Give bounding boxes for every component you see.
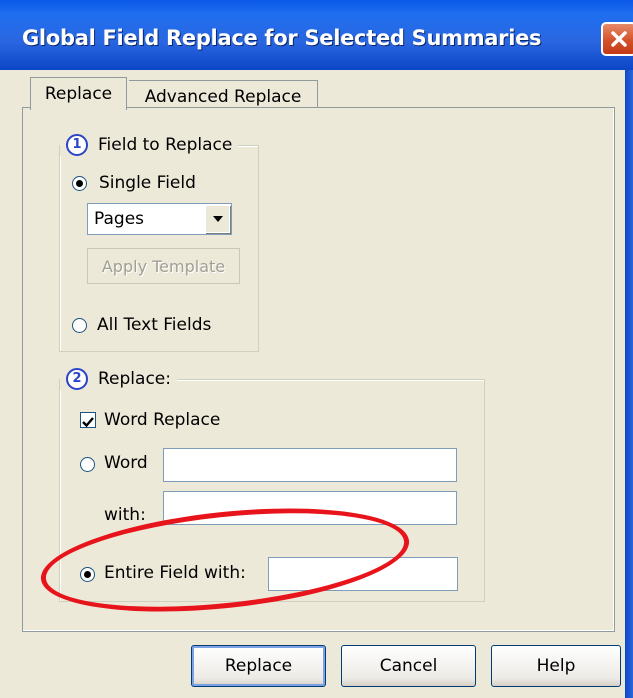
replace-button[interactable]: Replace [191,645,326,687]
apply-template-button[interactable]: Apply Template [87,248,240,284]
dialog-title: Global Field Replace for Selected Summar… [22,26,542,50]
field-to-replace-legend: 1 Field to Replace [60,134,239,156]
with-label: with: [104,505,146,525]
tab-advanced-replace-label: Advanced Replace [144,86,302,107]
field-to-replace-label: Field to Replace [98,135,233,155]
word-radio[interactable] [80,457,95,472]
all-text-fields-label: All Text Fields [97,315,212,335]
step-2-icon: 2 [66,368,88,390]
apply-template-label: Apply Template [101,256,226,276]
chevron-down-icon[interactable] [205,205,230,233]
help-button[interactable]: Help [491,645,621,687]
dialog-window: Global Field Replace for Selected Summar… [0,0,633,698]
all-text-fields-radio[interactable] [72,318,87,333]
tab-replace-label: Replace [44,84,113,104]
help-button-label: Help [536,656,576,676]
checkmark-icon [82,417,94,428]
replace-button-label: Replace [224,656,293,676]
word-replace-checkbox[interactable] [80,412,96,428]
replace-legend: 2 Replace: [60,368,177,390]
word-replace-label: Word Replace [104,410,221,430]
field-select-value: Pages [94,209,145,229]
cancel-button[interactable]: Cancel [341,645,476,687]
single-field-label: Single Field [99,173,196,193]
close-button[interactable] [601,22,633,56]
replace-legend-label: Replace: [98,369,171,389]
word-input[interactable] [163,448,457,482]
close-icon [611,31,627,47]
tab-replace[interactable]: Replace [30,77,127,110]
title-bar[interactable]: Global Field Replace for Selected Summar… [0,0,633,70]
cancel-button-label: Cancel [379,656,438,676]
single-field-radio[interactable] [72,176,87,191]
step-1-icon: 1 [66,134,88,156]
field-select[interactable]: Pages [87,203,232,235]
word-label: Word [104,453,148,473]
window-border-right [625,70,633,698]
